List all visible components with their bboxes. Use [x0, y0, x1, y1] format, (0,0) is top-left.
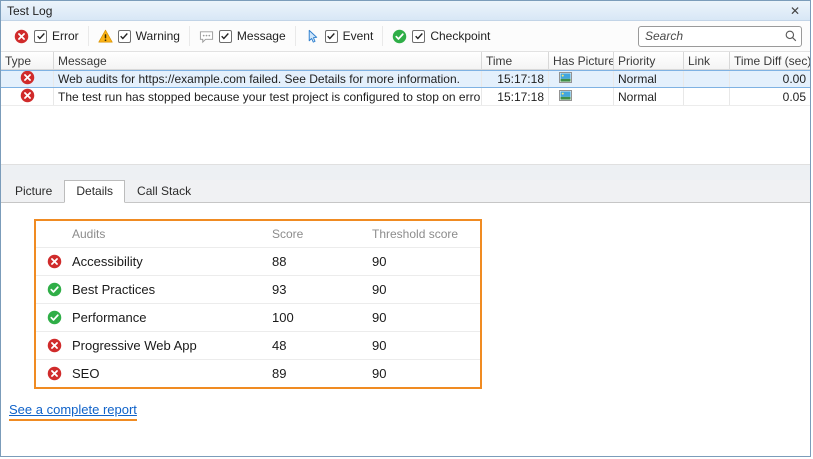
- row-link: [684, 88, 730, 105]
- checkpoint-icon: [392, 29, 407, 44]
- log-row[interactable]: Web audits for https://example.com faile…: [1, 70, 810, 88]
- filter-checkpoint-label: Checkpoint: [430, 29, 490, 43]
- test-log-window: Test Log ✕ Error Warning Message Event: [0, 0, 811, 457]
- audit-threshold: 90: [372, 310, 480, 325]
- warning-icon: [98, 29, 113, 44]
- passed-icon: [36, 282, 72, 297]
- audit-name: Accessibility: [72, 254, 272, 269]
- audit-score: 89: [272, 366, 372, 381]
- panel-splitter[interactable]: [1, 164, 810, 180]
- filter-warning[interactable]: Warning: [89, 21, 189, 51]
- warning-checkbox[interactable]: [118, 30, 131, 43]
- audit-row: SEO 89 90: [36, 359, 480, 387]
- row-message: Web audits for https://example.com faile…: [54, 71, 482, 87]
- audits-header-row: Audits Score Threshold score: [36, 221, 480, 247]
- audit-name: SEO: [72, 366, 272, 381]
- column-header-message[interactable]: Message: [54, 52, 482, 69]
- column-header-link[interactable]: Link: [684, 52, 730, 69]
- audits-column-threshold: Threshold score: [372, 227, 480, 241]
- message-checkbox[interactable]: [219, 30, 232, 43]
- audit-threshold: 90: [372, 366, 480, 381]
- picture-icon[interactable]: [559, 90, 572, 104]
- audit-score: 93: [272, 282, 372, 297]
- row-priority: Normal: [614, 71, 684, 87]
- row-time-diff: 0.05: [730, 88, 810, 105]
- titlebar: Test Log ✕: [1, 1, 810, 21]
- message-icon: [199, 29, 214, 44]
- audits-table: Audits Score Threshold score Accessibili…: [34, 219, 482, 389]
- audit-row: Accessibility 88 90: [36, 247, 480, 275]
- close-icon[interactable]: ✕: [786, 3, 804, 19]
- audit-row: Performance 100 90: [36, 303, 480, 331]
- log-table-header: Type Message Time Has Picture Priority L…: [1, 52, 810, 70]
- row-time-diff: 0.00: [730, 71, 810, 87]
- error-icon: [36, 338, 72, 353]
- report-link[interactable]: See a complete report: [9, 402, 137, 417]
- window-title: Test Log: [7, 4, 52, 18]
- filter-error[interactable]: Error: [5, 21, 88, 51]
- audit-threshold: 90: [372, 338, 480, 353]
- audits-column-audits: Audits: [72, 227, 272, 241]
- row-link: [684, 71, 730, 87]
- row-picture-cell: [549, 88, 614, 105]
- audit-score: 100: [272, 310, 372, 325]
- column-header-type[interactable]: Type: [1, 52, 54, 69]
- audit-name: Performance: [72, 310, 272, 325]
- log-empty-area: [1, 106, 810, 164]
- audits-column-score: Score: [272, 227, 372, 241]
- error-icon: [14, 29, 29, 44]
- audit-threshold: 90: [372, 254, 480, 269]
- filter-toolbar: Error Warning Message Event Checkpoint: [1, 21, 810, 52]
- search-box: [638, 26, 802, 47]
- report-link-highlight: See a complete report: [9, 402, 137, 421]
- column-header-priority[interactable]: Priority: [614, 52, 684, 69]
- column-header-has-picture[interactable]: Has Picture: [549, 52, 614, 69]
- filter-error-label: Error: [52, 29, 79, 43]
- column-header-time[interactable]: Time: [482, 52, 549, 69]
- search-icon[interactable]: [781, 29, 801, 43]
- row-priority: Normal: [614, 88, 684, 105]
- error-icon: [36, 254, 72, 269]
- details-tabbar: Picture Details Call Stack: [1, 180, 810, 203]
- audit-row: Best Practices 93 90: [36, 275, 480, 303]
- audit-name: Best Practices: [72, 282, 272, 297]
- error-icon: [20, 71, 35, 87]
- filter-warning-label: Warning: [136, 29, 180, 43]
- tab-picture[interactable]: Picture: [3, 180, 64, 203]
- details-panel: Audits Score Threshold score Accessibili…: [1, 203, 810, 456]
- error-checkbox[interactable]: [34, 30, 47, 43]
- audit-score: 48: [272, 338, 372, 353]
- filter-checkpoint[interactable]: Checkpoint: [383, 21, 499, 51]
- audit-threshold: 90: [372, 282, 480, 297]
- error-icon: [20, 88, 35, 105]
- audit-name: Progressive Web App: [72, 338, 272, 353]
- row-time: 15:17:18: [482, 71, 549, 87]
- filter-event[interactable]: Event: [296, 21, 383, 51]
- row-type-cell: [1, 88, 54, 105]
- filter-event-label: Event: [343, 29, 374, 43]
- row-message: The test run has stopped because your te…: [54, 88, 482, 105]
- picture-icon[interactable]: [559, 72, 572, 86]
- log-row[interactable]: The test run has stopped because your te…: [1, 88, 810, 106]
- error-icon: [36, 366, 72, 381]
- event-checkbox[interactable]: [325, 30, 338, 43]
- checkpoint-checkbox[interactable]: [412, 30, 425, 43]
- filter-message-label: Message: [237, 29, 286, 43]
- row-picture-cell: [549, 71, 614, 87]
- filter-message[interactable]: Message: [190, 21, 295, 51]
- passed-icon: [36, 310, 72, 325]
- event-cursor-icon: [305, 29, 320, 44]
- tab-details[interactable]: Details: [64, 180, 125, 203]
- audit-row: Progressive Web App 48 90: [36, 331, 480, 359]
- row-type-cell: [1, 71, 54, 87]
- row-time: 15:17:18: [482, 88, 549, 105]
- column-header-time-diff[interactable]: Time Diff (sec): [730, 52, 810, 69]
- tab-call-stack[interactable]: Call Stack: [125, 180, 203, 203]
- audit-score: 88: [272, 254, 372, 269]
- search-input[interactable]: [639, 29, 781, 43]
